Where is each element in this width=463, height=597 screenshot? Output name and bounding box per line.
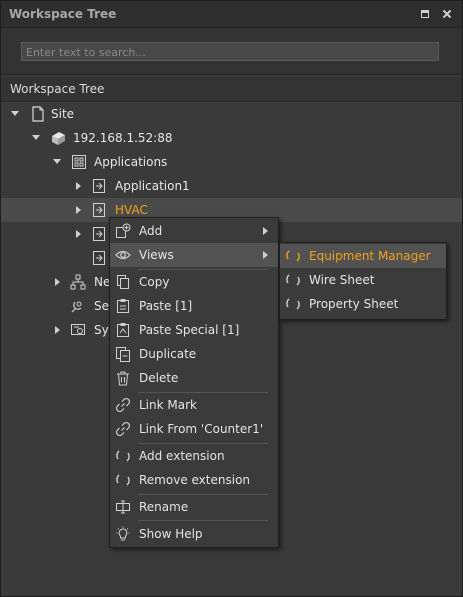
expand-arrow-icon[interactable] [55, 326, 60, 334]
application-icon [93, 251, 105, 265]
menu-item-label: Rename [139, 500, 189, 514]
extension-icon [286, 298, 300, 310]
menu-item-label: Views [139, 248, 174, 262]
link-icon [115, 397, 131, 413]
submenu-arrow-icon [263, 227, 268, 235]
menu-item-paste-special[interactable]: Paste Special [1] [110, 318, 278, 342]
submenu-item-wire-sheet[interactable]: Wire Sheet [280, 268, 446, 292]
extension-icon [116, 450, 130, 462]
menu-item-label: Add extension [139, 449, 225, 463]
menu-item-paste[interactable]: Paste [1] [110, 294, 278, 318]
expand-arrow-icon[interactable] [32, 135, 40, 140]
lightbulb-icon [116, 526, 130, 541]
expand-arrow-icon[interactable] [53, 159, 61, 164]
extension-icon [286, 274, 300, 286]
device-icon [52, 132, 65, 145]
application-icon [93, 179, 105, 193]
menu-item-label: Add [139, 224, 163, 238]
tree-node-applications[interactable]: Applications [1, 150, 462, 174]
menu-item-link-from[interactable]: Link From 'Counter1' [110, 417, 278, 441]
menu-item-remove-extension[interactable]: Remove extension [110, 468, 278, 492]
menu-item-label: Duplicate [139, 347, 197, 361]
copy-icon [117, 275, 129, 289]
tree-node-label: 192.168.1.52:88 [73, 131, 173, 145]
tree-node-label: Site [51, 107, 75, 121]
tree-node-site[interactable]: Site [1, 102, 462, 126]
menu-item-rename[interactable]: Rename [110, 495, 278, 519]
search-input[interactable] [21, 42, 439, 61]
paste-special-icon [117, 323, 129, 337]
menu-separator [138, 520, 268, 521]
tree-node-label: HVAC [115, 203, 148, 217]
close-icon[interactable] [442, 10, 451, 18]
extension-icon [286, 250, 300, 262]
panel-titlebar: Workspace Tree [1, 1, 462, 28]
extension-icon [116, 474, 130, 486]
applications-icon [72, 155, 86, 169]
submenu-item-property-sheet[interactable]: Property Sheet [280, 292, 446, 316]
menu-item-copy[interactable]: Copy [110, 270, 278, 294]
tree-header-label: Workspace Tree [10, 82, 105, 96]
panel-title: Workspace Tree [9, 7, 117, 21]
menu-item-add-extension[interactable]: Add extension [110, 444, 278, 468]
menu-item-label: Paste [1] [139, 299, 193, 313]
menu-item-views[interactable]: Views [110, 243, 278, 267]
application-icon [93, 203, 105, 217]
document-icon [32, 106, 44, 122]
services-icon [71, 301, 82, 313]
trash-icon [117, 371, 129, 386]
menu-item-label: Delete [139, 371, 179, 385]
network-icon [70, 274, 86, 290]
system-icon [71, 324, 85, 335]
link-icon [115, 421, 131, 437]
eye-icon [115, 250, 131, 260]
rename-icon [116, 500, 130, 514]
search-area [1, 28, 462, 75]
tree-node-label: Application1 [115, 179, 190, 193]
views-submenu: Equipment Manager Wire Sheet Property Sh… [279, 242, 447, 320]
duplicate-icon [116, 347, 130, 362]
expand-arrow-icon[interactable] [55, 278, 60, 286]
menu-item-delete[interactable]: Delete [110, 366, 278, 390]
tree-node-label: Ne [94, 275, 111, 289]
context-menu: Add Views Copy Paste [1] Paste Special [… [109, 217, 279, 548]
menu-item-label: Equipment Manager [309, 249, 431, 263]
expand-arrow-icon[interactable] [11, 111, 19, 116]
menu-item-label: Paste Special [1] [139, 323, 240, 337]
submenu-item-equipment-manager[interactable]: Equipment Manager [280, 244, 446, 268]
add-icon [116, 223, 131, 238]
tree-node-device[interactable]: 192.168.1.52:88 [1, 126, 462, 150]
menu-item-show-help[interactable]: Show Help [110, 522, 278, 546]
menu-item-add[interactable]: Add [110, 219, 278, 243]
tree-node-application1[interactable]: Application1 [1, 174, 462, 198]
menu-item-duplicate[interactable]: Duplicate [110, 342, 278, 366]
expand-arrow-icon[interactable] [76, 230, 81, 238]
menu-item-label: Property Sheet [309, 297, 399, 311]
menu-item-label: Link From 'Counter1' [139, 422, 264, 436]
restore-icon[interactable] [421, 10, 429, 18]
menu-item-label: Link Mark [139, 398, 197, 412]
paste-icon [117, 299, 129, 313]
submenu-arrow-icon [263, 251, 268, 259]
tree-node-label: Applications [94, 155, 168, 169]
menu-item-label: Show Help [139, 527, 203, 541]
expand-arrow-icon[interactable] [76, 182, 81, 190]
tree-header: Workspace Tree [1, 77, 462, 102]
menu-item-label: Remove extension [139, 473, 251, 487]
expand-arrow-icon[interactable] [76, 206, 81, 214]
menu-item-link-mark[interactable]: Link Mark [110, 393, 278, 417]
application-icon [93, 227, 105, 241]
menu-item-label: Copy [139, 275, 170, 289]
menu-item-label: Wire Sheet [309, 273, 375, 287]
